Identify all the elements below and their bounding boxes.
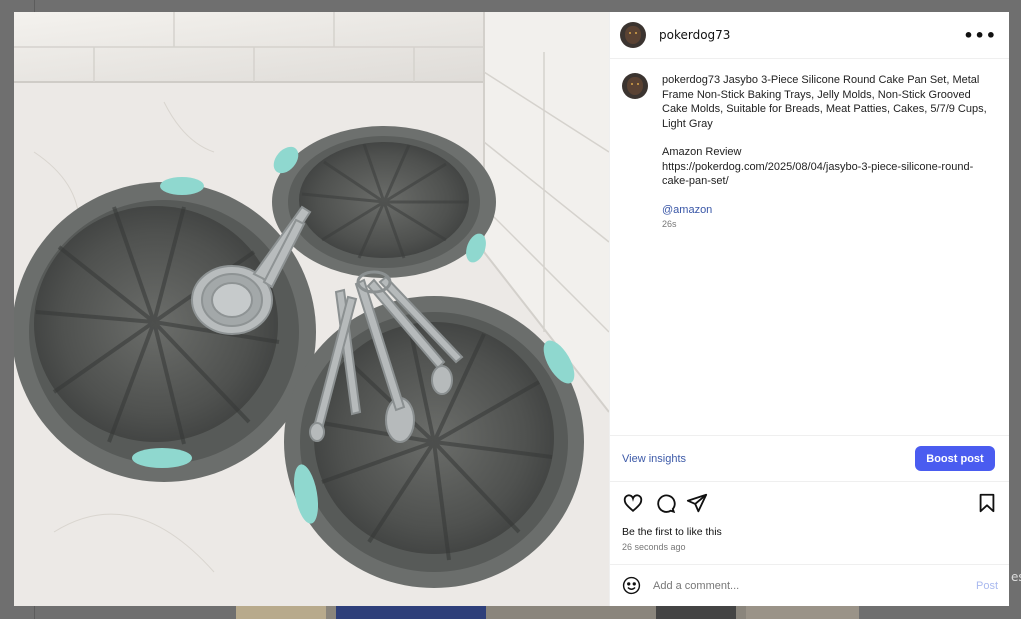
backdrop-feed-preview [236, 604, 859, 619]
avatar[interactable] [620, 22, 646, 48]
boost-post-button[interactable]: Boost post [915, 446, 995, 471]
comment-bar: Post [610, 564, 1009, 606]
caption-body: pokerdog73 Jasybo 3-Piece Silicone Round… [662, 73, 991, 232]
mention-link[interactable]: @amazon [662, 203, 991, 218]
caption-time: 26s [662, 219, 677, 229]
post-username[interactable]: pokerdog73 [659, 28, 730, 42]
caption: pokerdog73 Jasybo 3-Piece Silicone Round… [610, 59, 1009, 232]
backdrop-edge-text: es [1011, 570, 1021, 584]
heart-icon[interactable] [622, 492, 644, 514]
post-photo[interactable] [14, 12, 609, 606]
view-insights-link[interactable]: View insights [622, 453, 686, 465]
insights-bar: View insights Boost post [610, 435, 1009, 482]
share-icon[interactable] [686, 492, 708, 514]
posted-ago: 26 seconds ago [622, 542, 686, 552]
comment-input[interactable] [653, 579, 953, 592]
post-header: pokerdog73 ••• [610, 12, 1009, 59]
bookmark-icon[interactable] [976, 492, 998, 514]
emoji-icon[interactable] [622, 576, 641, 595]
post-comment-button[interactable]: Post [976, 580, 998, 592]
likes-text: Be the first to like this [622, 526, 722, 538]
caption-avatar[interactable] [622, 73, 648, 99]
comment-icon[interactable] [654, 492, 676, 514]
cake-molds-image [14, 12, 609, 606]
review-label: Amazon Review [662, 146, 742, 158]
more-horizontal-icon[interactable]: ••• [963, 26, 997, 45]
post-modal: pokerdog73 ••• pokerdog73 Jasybo 3-Piece… [14, 12, 1009, 606]
action-bar [610, 492, 1009, 514]
caption-username[interactable]: pokerdog73 [662, 74, 720, 86]
review-url: https://pokerdog.com/2025/08/04/jasybo-3… [662, 160, 974, 188]
post-side-panel: pokerdog73 ••• pokerdog73 Jasybo 3-Piece… [609, 12, 1009, 606]
